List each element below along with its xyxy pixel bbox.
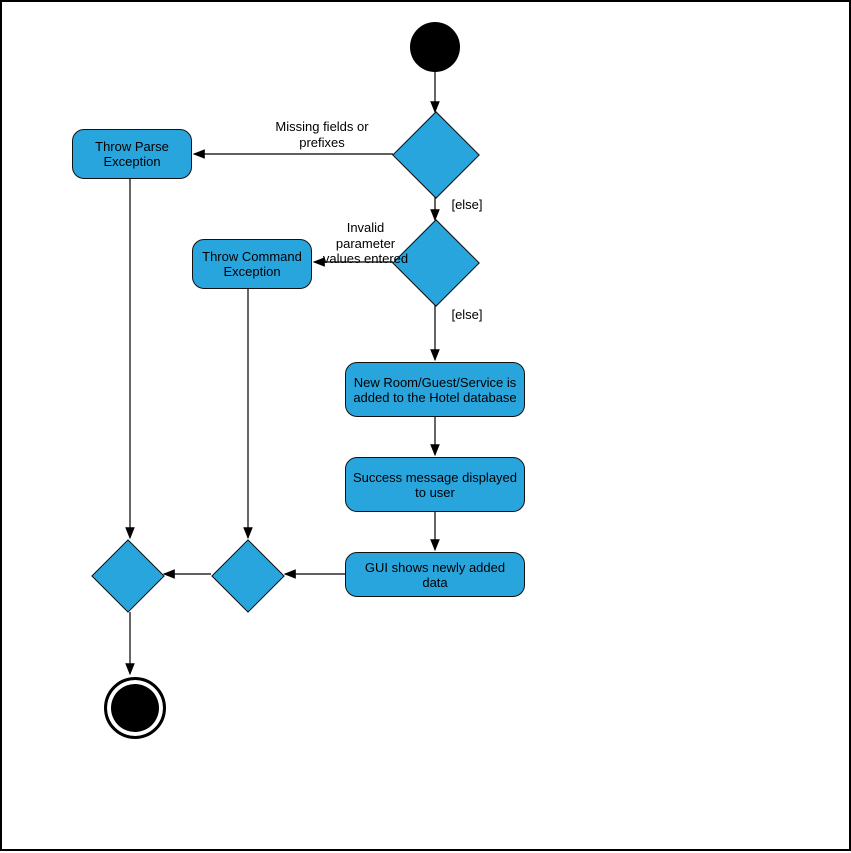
label-else-1: [else] [447, 197, 487, 213]
gui-show-box: GUI shows newly added data [345, 552, 525, 597]
throw-parse-label: Throw Parse Exception [79, 139, 185, 169]
decision-missing-fields [392, 111, 480, 199]
add-data-box: New Room/Guest/Service is added to the H… [345, 362, 525, 417]
gui-show-label: GUI shows newly added data [352, 560, 518, 590]
throw-parse-exception: Throw Parse Exception [72, 129, 192, 179]
success-msg-box: Success message displayed to user [345, 457, 525, 512]
label-invalid-params: Invalid parameter values entered [318, 220, 413, 267]
label-missing-fields: Missing fields or prefixes [262, 119, 382, 150]
merge-1 [211, 539, 285, 613]
throw-command-label: Throw Command Exception [199, 249, 305, 279]
label-else-2: [else] [447, 307, 487, 323]
merge-2 [91, 539, 165, 613]
end-node [104, 677, 166, 739]
activity-diagram: Throw Parse Exception Throw Command Exce… [0, 0, 851, 851]
start-node [410, 22, 460, 72]
throw-command-exception: Throw Command Exception [192, 239, 312, 289]
success-msg-label: Success message displayed to user [352, 470, 518, 500]
add-data-label: New Room/Guest/Service is added to the H… [352, 375, 518, 405]
